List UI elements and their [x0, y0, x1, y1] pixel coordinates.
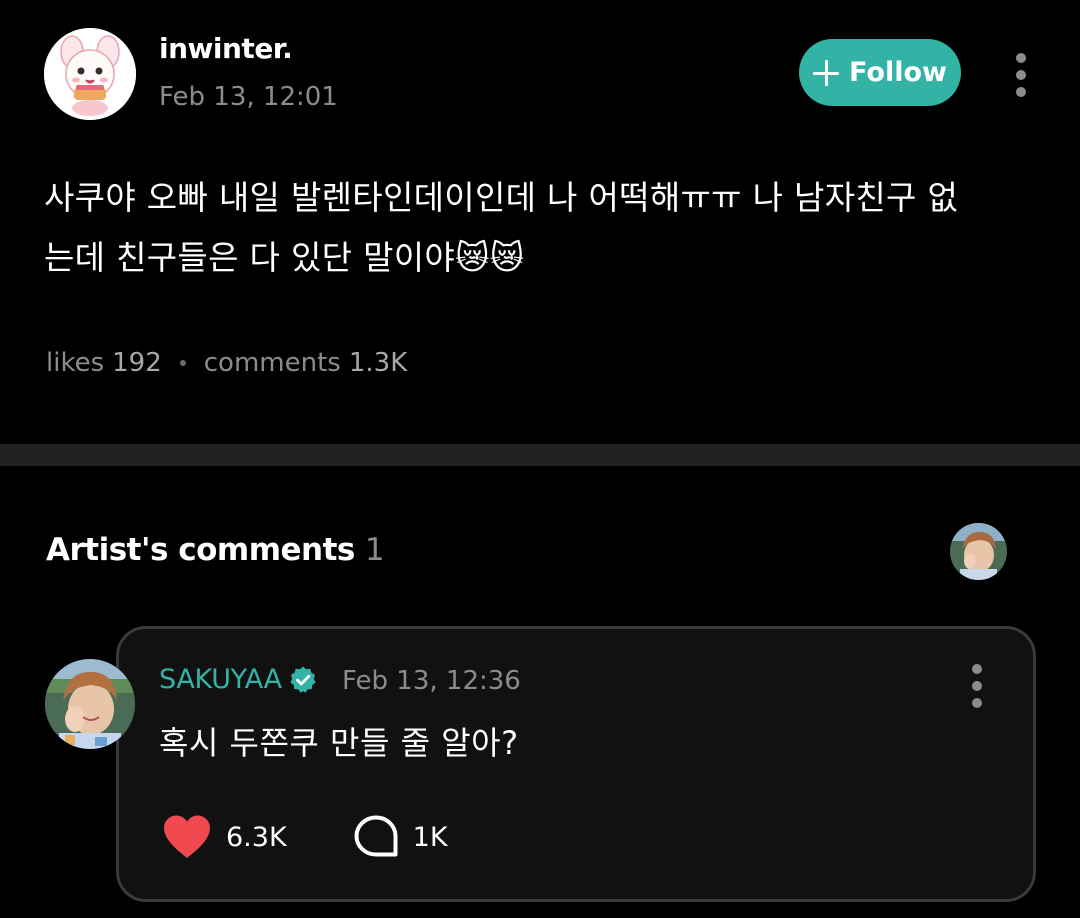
commenter-avatar[interactable] — [45, 659, 135, 749]
verified-badge-icon — [290, 666, 316, 693]
section-divider — [0, 444, 1080, 466]
like-count: 6.3K — [226, 821, 287, 853]
commenter-photo — [45, 659, 135, 749]
follow-label: Follow — [849, 57, 947, 88]
post-body-line: 는데 친구들은 다 있단 말이야😿😿 — [44, 238, 525, 277]
comments-label: comments — [203, 348, 341, 378]
artist-comments-title: Artist's comments 1 — [46, 532, 385, 568]
reply-count: 1K — [412, 821, 448, 853]
post-header: inwinter. Feb 13, 12:01 Follow — [0, 0, 1080, 150]
comment-timestamp: Feb 13, 12:36 — [342, 666, 521, 696]
commenter-name-label: SAKUYAA — [159, 664, 282, 695]
commenter-name[interactable]: SAKUYAA — [159, 664, 318, 695]
author-avatar[interactable] — [44, 28, 136, 120]
comment-bubble-icon — [354, 815, 398, 857]
artist-photo — [950, 523, 1007, 580]
post-timestamp: Feb 13, 12:01 — [159, 82, 338, 112]
author-name[interactable]: inwinter. — [159, 32, 293, 65]
separator-dot — [179, 360, 186, 366]
comment-actions: 6.3K 1K — [162, 814, 448, 860]
heart-icon — [164, 815, 210, 858]
artist-comments-count: 1 — [364, 532, 385, 568]
post-body-line: 사쿠야 오빠 내일 발렌타인데이인데 나 어떡해ㅠㅠ 나 남자친구 없 — [44, 178, 959, 217]
like-button[interactable]: 6.3K — [162, 814, 287, 860]
more-vertical-icon[interactable] — [970, 664, 984, 708]
more-vertical-icon[interactable] — [1014, 53, 1028, 97]
follow-button[interactable]: Follow — [799, 39, 961, 106]
likes-label: likes — [46, 348, 105, 378]
likes-count[interactable]: 192 — [112, 348, 162, 378]
plus-icon — [813, 59, 840, 86]
post-body: 사쿠야 오빠 내일 발렌타인데이인데 나 어떡해ㅠㅠ 나 남자친구 없 는데 친… — [44, 168, 1044, 288]
reply-button[interactable]: 1K — [353, 814, 448, 860]
comment-text: 혹시 두쫀쿠 만들 줄 알아? — [159, 724, 519, 762]
bunny-avatar-illustration — [44, 28, 136, 120]
comments-count[interactable]: 1.3K — [349, 348, 407, 378]
artist-avatar[interactable] — [950, 523, 1007, 580]
post-stats: likes 192 comments 1.3K — [46, 348, 407, 378]
artist-comments-label: Artist's comments — [46, 532, 355, 568]
